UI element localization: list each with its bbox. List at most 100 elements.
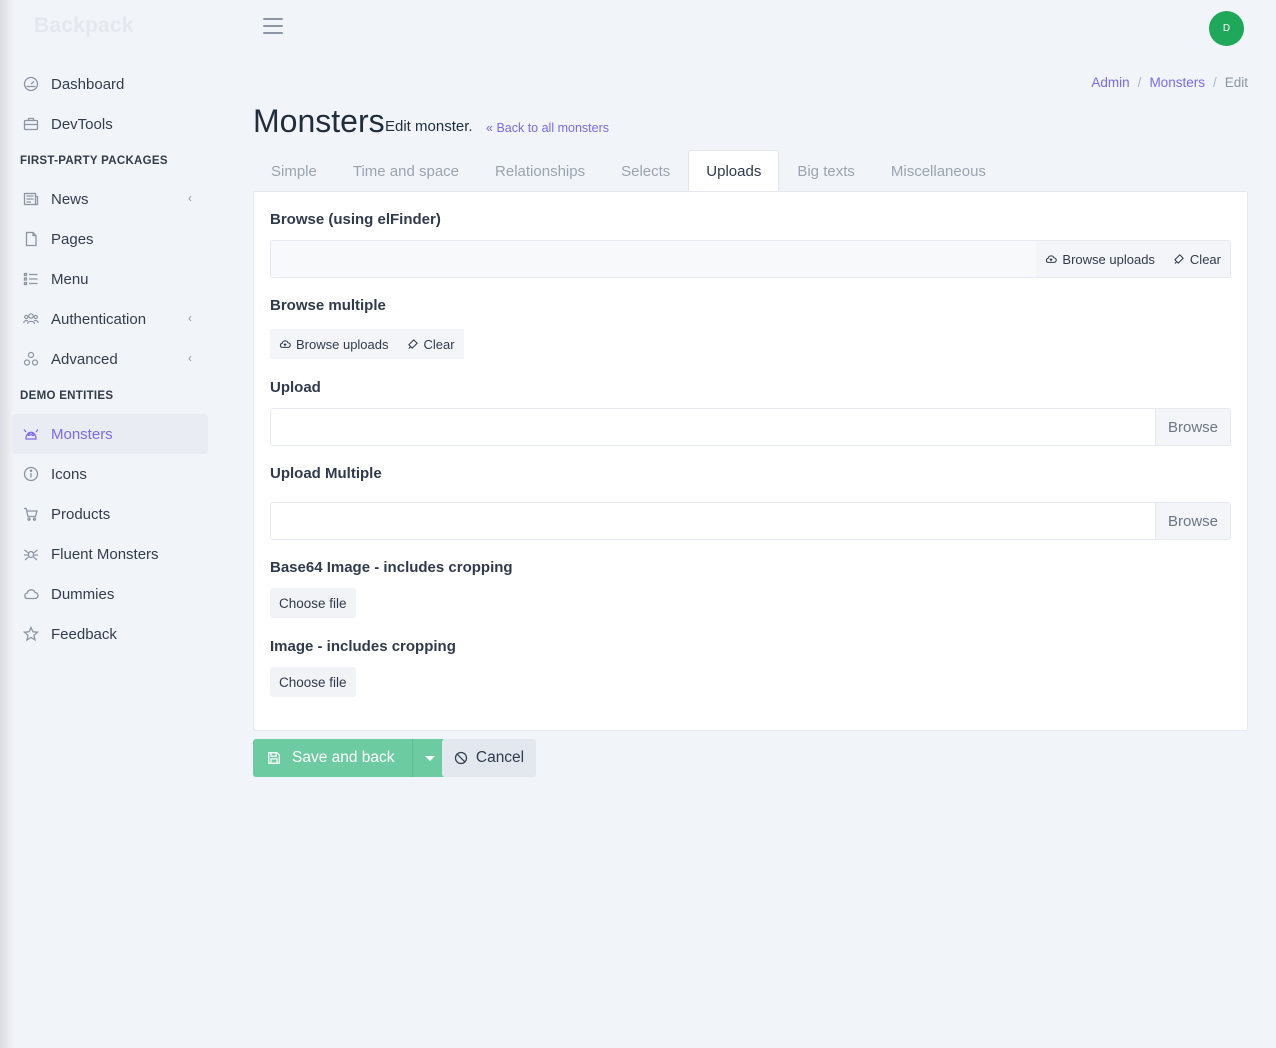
clear-multiple-button[interactable]: Clear	[397, 329, 464, 359]
sidebar-item-dashboard[interactable]: Dashboard	[12, 64, 208, 104]
file-icon	[22, 230, 40, 248]
back-link-label: Back to all monsters	[496, 121, 609, 135]
sidebar-item-label: Advanced	[51, 350, 118, 368]
sidebar-section-demo-entities: DEMO ENTITIES	[20, 390, 114, 402]
sidebar-item-feedback[interactable]: Feedback	[12, 614, 208, 654]
cloud-upload-icon	[1046, 255, 1058, 263]
star-icon	[22, 625, 40, 643]
info-icon	[22, 465, 40, 483]
clear-button[interactable]: Clear	[1163, 241, 1230, 277]
upload-multiple-label: Upload Multiple	[270, 465, 382, 482]
page-title: Monsters	[253, 103, 385, 139]
upload-multiple-browse-button[interactable]: Browse	[1155, 503, 1230, 539]
sidebar-item-label: Products	[51, 505, 111, 523]
cloud-icon	[22, 585, 40, 603]
sidebar-item-products[interactable]: Products	[12, 494, 208, 534]
toolbox-icon	[22, 115, 40, 133]
browse-uploads-label: Browse uploads	[1062, 251, 1155, 267]
upload-input[interactable]	[271, 409, 1155, 445]
sidebar-item-label: DevTools	[51, 115, 113, 133]
browse-uploads-button[interactable]: Browse uploads	[1036, 241, 1164, 277]
back-to-all-link[interactable]: « Back to all monsters	[486, 121, 609, 135]
spider-icon	[22, 545, 40, 563]
upload-browse-button[interactable]: Browse	[1155, 409, 1230, 445]
upload-label: Upload	[270, 379, 321, 396]
tab-miscellaneous[interactable]: Miscellaneous	[873, 150, 1004, 192]
caret-down-icon	[424, 755, 435, 761]
list-icon	[22, 270, 40, 288]
eraser-icon	[1174, 254, 1184, 264]
sidebar-section-first-party: FIRST-PARTY PACKAGES	[20, 155, 168, 167]
hamburger-menu-icon[interactable]	[263, 18, 283, 36]
breadcrumb-admin[interactable]: Admin	[1091, 75, 1129, 90]
cancel-button[interactable]: Cancel	[442, 739, 536, 777]
monster-icon	[22, 425, 40, 443]
browse-multiple-uploads-button[interactable]: Browse uploads	[270, 329, 398, 359]
browse-multiple-buttons: Browse uploads Clear	[270, 329, 464, 359]
sidebar-item-pages[interactable]: Pages	[12, 219, 208, 259]
sidebar-item-label: News	[51, 190, 89, 208]
sidebar-item-menu[interactable]: Menu	[12, 259, 208, 299]
cart-icon	[22, 505, 40, 523]
sidebar-item-label: Dummies	[51, 585, 115, 603]
sidebar-item-label: Monsters	[51, 425, 113, 443]
sidebar-item-devtools[interactable]: DevTools	[12, 104, 208, 144]
sidebar-item-authentication[interactable]: Authentication ‹	[12, 299, 208, 339]
upload-multiple-input[interactable]	[271, 503, 1155, 539]
newspaper-icon	[22, 190, 40, 208]
ban-icon	[454, 751, 468, 765]
breadcrumb-monsters[interactable]: Monsters	[1149, 75, 1205, 90]
sidebar-item-label: Authentication	[51, 310, 147, 328]
sidebar-item-dummies[interactable]: Dummies	[12, 574, 208, 614]
brand-logo[interactable]: Backpack	[34, 14, 134, 38]
cancel-label: Cancel	[475, 749, 525, 766]
browse-elfinder-label: Browse (using elFinder)	[270, 211, 441, 228]
base64-choose-file-button[interactable]: Choose file	[270, 588, 356, 618]
save-button-group: Save and back	[253, 739, 447, 777]
browse-elfinder-input[interactable]	[271, 241, 1037, 277]
tab-time-and-space[interactable]: Time and space	[335, 150, 477, 192]
sidebar-item-label: Fluent Monsters	[51, 545, 159, 563]
image-choose-file-button[interactable]: Choose file	[270, 667, 356, 697]
cogs-icon	[22, 350, 40, 368]
form-tabs: Simple Time and space Relationships Sele…	[253, 150, 1004, 192]
browse-elfinder-group: Browse uploads Clear	[270, 240, 1231, 278]
clear-label: Clear	[423, 336, 455, 352]
double-chevron-left-icon: «	[486, 121, 493, 135]
user-avatar[interactable]: D	[1209, 11, 1244, 46]
upload-multiple-group: Browse	[270, 502, 1231, 540]
users-icon	[22, 310, 40, 328]
tab-simple[interactable]: Simple	[253, 150, 335, 192]
sidebar-item-icons[interactable]: Icons	[12, 454, 208, 494]
chevron-left-icon: ‹	[188, 311, 192, 325]
tab-relationships[interactable]: Relationships	[477, 150, 603, 192]
sidebar-item-monsters[interactable]: Monsters	[12, 414, 208, 454]
upload-group: Browse	[270, 408, 1231, 446]
uploads-form-card: Browse (using elFinder) Browse uploads C…	[253, 191, 1248, 731]
clear-label: Clear	[1189, 251, 1221, 267]
sidebar-item-fluent-monsters[interactable]: Fluent Monsters	[12, 534, 208, 574]
breadcrumb-edit: Edit	[1224, 75, 1248, 90]
chevron-left-icon: ‹	[188, 191, 192, 205]
sidebar-item-advanced[interactable]: Advanced ‹	[12, 339, 208, 379]
page-subtitle: Edit monster.	[385, 118, 473, 135]
save-label: Save and back	[292, 749, 395, 766]
tab-uploads[interactable]: Uploads	[688, 150, 780, 192]
sidebar-item-news[interactable]: News ‹	[12, 179, 208, 219]
save-and-back-button[interactable]: Save and back	[253, 739, 412, 777]
breadcrumb: Admin / Monsters / Edit	[1091, 75, 1248, 90]
dashboard-icon	[22, 75, 40, 93]
sidebar-item-label: Icons	[51, 465, 87, 483]
cloud-upload-icon	[279, 340, 291, 348]
eraser-icon	[407, 339, 418, 349]
image-cropping-label: Image - includes cropping	[270, 638, 456, 655]
sidebar-item-label: Menu	[51, 270, 89, 288]
tab-selects[interactable]: Selects	[603, 150, 688, 192]
browse-multiple-label: Browse multiple	[270, 297, 386, 314]
breadcrumb-separator: /	[1137, 75, 1142, 90]
breadcrumb-separator: /	[1212, 75, 1217, 90]
floppy-disk-icon	[268, 752, 280, 764]
sidebar-item-label: Pages	[51, 230, 94, 248]
browse-uploads-label: Browse uploads	[296, 336, 389, 352]
tab-big-texts[interactable]: Big texts	[779, 150, 873, 192]
